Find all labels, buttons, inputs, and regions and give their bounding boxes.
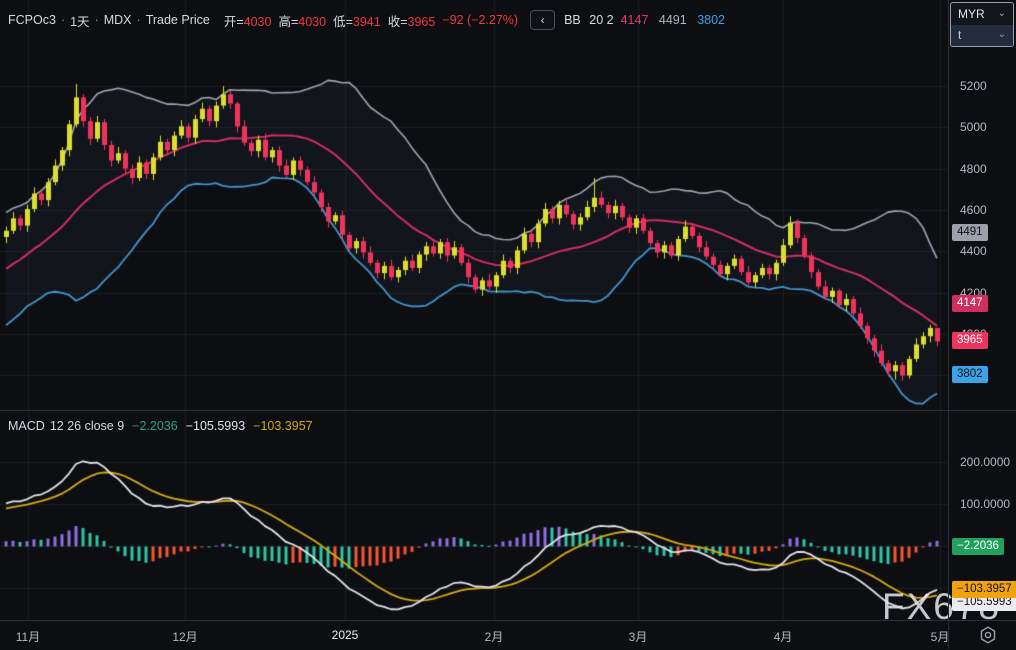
close-value: 收=3965 xyxy=(387,14,436,29)
change-value: −92 (−2.27%) xyxy=(442,13,519,27)
bb-values: 4147 4491 3802 xyxy=(614,13,725,27)
legend-separator: · xyxy=(136,13,141,27)
macd-pane-canvas[interactable] xyxy=(0,412,948,620)
currency-value: MYR xyxy=(958,6,985,21)
macd-name: MACD xyxy=(8,419,45,433)
unit-select[interactable]: t ⌄ xyxy=(951,24,1013,46)
time-axis-label[interactable]: 2025 xyxy=(332,628,359,642)
time-axis-label[interactable]: 2月 xyxy=(485,628,504,645)
axis-price-badge: −103.3957 xyxy=(952,580,1016,598)
axis-price-badge: 4147 xyxy=(952,294,988,312)
time-axis-border xyxy=(0,620,1016,621)
time-axis[interactable]: 11月 12月 2025 2月 3月 4月 5月 xyxy=(0,621,1016,649)
bb-params: 20 2 xyxy=(589,13,614,27)
axis-tick-label: 100.0000 xyxy=(960,497,1011,512)
symbol-legend: FCPOc3 · 1天 · MDX · Trade Price 开=4030 高… xyxy=(8,10,725,30)
axis-price-badge: −2.2036 xyxy=(952,538,1004,556)
time-axis-label[interactable]: 4月 xyxy=(774,628,793,645)
axis-price-badge: 3802 xyxy=(952,366,988,384)
chevron-down-icon: ⌄ xyxy=(997,7,1006,19)
trading-chart-app: { "header": { "symbol": "FCPOc3", "sep":… xyxy=(0,0,1016,649)
interval-label[interactable]: 1天 xyxy=(70,11,89,30)
open-value: 开=4030 xyxy=(223,14,272,29)
axis-tick-label: 4400 xyxy=(960,244,987,259)
time-axis-label[interactable]: 11月 xyxy=(16,628,40,645)
bb-legend[interactable]: BB 20 2 xyxy=(564,13,614,27)
macd-line-value: −105.5993 xyxy=(185,419,246,433)
bb-lower-value: 3802 xyxy=(697,13,726,27)
chevron-down-icon: ⌄ xyxy=(997,29,1006,41)
bb-upper-value: 4491 xyxy=(658,13,687,27)
axis-tick-label: 200.0000 xyxy=(960,455,1011,470)
macd-params: 12 26 close 9 xyxy=(49,419,125,433)
bb-mid-value: 4147 xyxy=(620,13,649,27)
macd-legend[interactable]: MACD 12 26 close 9 −2.2036 −105.5993 −10… xyxy=(8,419,313,433)
unit-value: t xyxy=(958,28,962,43)
low-value: 低=3941 xyxy=(333,14,381,29)
time-axis-label[interactable]: 12月 xyxy=(172,628,197,645)
price-pane-canvas[interactable] xyxy=(0,0,948,410)
axis-tick-label: 4600 xyxy=(960,203,987,218)
macd-signal-value: −103.3957 xyxy=(253,419,313,433)
collapse-indicators-button[interactable]: ‹ xyxy=(530,10,556,30)
pane-divider[interactable] xyxy=(0,410,1016,411)
settings-icon[interactable] xyxy=(978,625,998,645)
axis-price-badge: 4491 xyxy=(952,223,988,241)
legend-separator: · xyxy=(94,13,99,27)
axis-tick-label: 5200 xyxy=(960,79,987,93)
axis-tick-label: 4800 xyxy=(960,161,987,176)
time-axis-label[interactable]: 3月 xyxy=(629,628,648,645)
symbol-name[interactable]: FCPOc3 xyxy=(8,13,56,27)
exchange-label: MDX xyxy=(103,13,132,27)
series-type-label: Trade Price xyxy=(145,13,210,27)
bb-name: BB xyxy=(564,13,581,27)
legend-separator: · xyxy=(60,13,66,27)
price-axis[interactable]: 5200500048004600440042004000449141473965… xyxy=(948,0,1016,649)
currency-select[interactable]: MYR ⌄ xyxy=(951,3,1013,25)
currency-unit-dropdown: MYR ⌄ t ⌄ xyxy=(950,2,1014,47)
macd-hist-value: −2.2036 xyxy=(132,419,178,433)
high-value: 高=4030 xyxy=(278,14,327,29)
axis-tick-label: 5000 xyxy=(960,120,987,135)
time-axis-label[interactable]: 5月 xyxy=(931,628,950,645)
axis-price-badge: 3965 xyxy=(952,332,988,350)
